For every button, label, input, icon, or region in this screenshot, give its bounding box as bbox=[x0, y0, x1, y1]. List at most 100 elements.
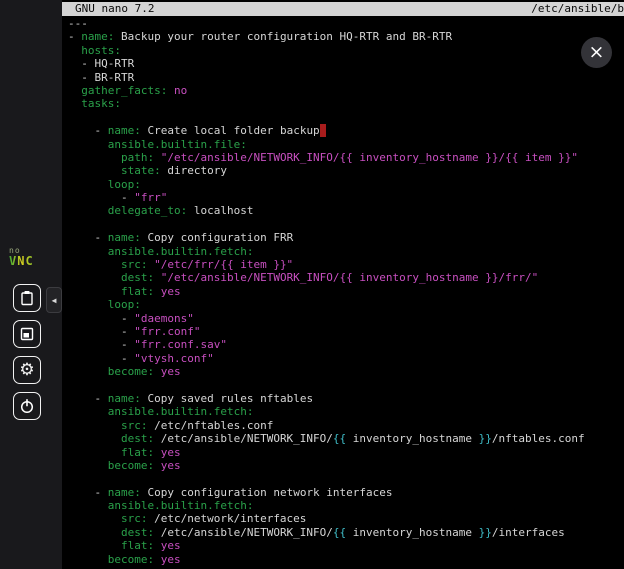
code-token bbox=[154, 365, 161, 378]
code-line: path: "/etc/ansible/NETWORK_INFO/{{ inve… bbox=[68, 151, 624, 164]
code-token: /nftables.conf bbox=[492, 432, 585, 445]
code-token: - bbox=[68, 231, 108, 244]
code-token: Backup your router configuration HQ-RTR … bbox=[114, 30, 452, 43]
code-token: path: bbox=[121, 151, 154, 164]
code-token: name: bbox=[108, 231, 141, 244]
close-button[interactable]: × bbox=[581, 37, 612, 68]
novnc-logo: no VNC bbox=[9, 246, 34, 266]
code-token bbox=[68, 499, 108, 512]
code-token: "/etc/ansible/NETWORK_INFO/{{ inventory_… bbox=[161, 151, 578, 164]
code-token: inventory_hostname bbox=[346, 526, 478, 539]
code-line: - HQ-RTR bbox=[68, 57, 624, 70]
code-token: src: bbox=[121, 258, 148, 271]
collapse-arrow-icon: ◀ bbox=[52, 296, 57, 305]
clipboard-button[interactable] bbox=[13, 284, 41, 312]
code-line: ansible.builtin.file: bbox=[68, 138, 624, 151]
code-token: become: bbox=[108, 459, 154, 472]
code-line: ansible.builtin.fetch: bbox=[68, 499, 624, 512]
code-token: flat: bbox=[121, 446, 154, 459]
code-line: ansible.builtin.fetch: bbox=[68, 245, 624, 258]
code-token: - bbox=[68, 486, 108, 499]
code-token: hosts: bbox=[81, 44, 121, 57]
code-line: become: yes bbox=[68, 553, 624, 566]
code-token: localhost bbox=[187, 204, 253, 217]
code-line: tasks: bbox=[68, 97, 624, 110]
code-line: - name: Copy saved rules nftables bbox=[68, 392, 624, 405]
code-line: dest: "/etc/ansible/NETWORK_INFO/{{ inve… bbox=[68, 271, 624, 284]
code-line: - BR-RTR bbox=[68, 71, 624, 84]
settings-button[interactable]: ⚙ bbox=[13, 356, 41, 384]
code-token: dest: bbox=[121, 271, 154, 284]
code-token: /etc/ansible/NETWORK_INFO/ bbox=[154, 526, 333, 539]
code-line: hosts: bbox=[68, 44, 624, 57]
code-token bbox=[68, 539, 121, 552]
code-token: yes bbox=[161, 553, 181, 566]
code-token: name: bbox=[108, 486, 141, 499]
editor-lines[interactable]: ---- name: Backup your router configurat… bbox=[62, 16, 624, 566]
code-token bbox=[68, 553, 108, 566]
code-line: - name: Backup your router configuration… bbox=[68, 30, 624, 43]
code-token bbox=[68, 138, 108, 151]
code-token: /etc/nftables.conf bbox=[147, 419, 273, 432]
code-token: loop: bbox=[108, 298, 141, 311]
code-token: }} bbox=[479, 432, 492, 445]
code-line: - "daemons" bbox=[68, 312, 624, 325]
novnc-logo-bottom: VNC bbox=[9, 256, 34, 266]
code-token: {{ bbox=[333, 526, 346, 539]
code-token: yes bbox=[161, 365, 181, 378]
code-token bbox=[154, 446, 161, 459]
code-token bbox=[68, 178, 108, 191]
code-line: gather_facts: no bbox=[68, 84, 624, 97]
code-token: src: bbox=[121, 419, 148, 432]
code-token: name: bbox=[108, 124, 141, 137]
code-token: - bbox=[68, 338, 134, 351]
code-token: Copy configuration FRR bbox=[141, 231, 293, 244]
code-token: dest: bbox=[121, 526, 154, 539]
code-line: flat: yes bbox=[68, 446, 624, 459]
nano-titlebar: GNU nano 7.2 /etc/ansible/b bbox=[62, 2, 624, 16]
code-token: "daemons" bbox=[134, 312, 194, 325]
code-line: - "frr.conf.sav" bbox=[68, 338, 624, 351]
code-token bbox=[68, 164, 121, 177]
code-token: /etc/ansible/NETWORK_INFO/ bbox=[154, 432, 333, 445]
code-line: dest: /etc/ansible/NETWORK_INFO/{{ inven… bbox=[68, 432, 624, 445]
code-token: loop: bbox=[108, 178, 141, 191]
code-line: - "frr.conf" bbox=[68, 325, 624, 338]
control-bar-handle[interactable]: ◀ bbox=[46, 287, 62, 313]
code-token bbox=[154, 553, 161, 566]
code-token: - bbox=[68, 30, 81, 43]
code-line: src: /etc/network/interfaces bbox=[68, 512, 624, 525]
vnc-sidebar: no VNC ◀ ⚙ bbox=[0, 0, 62, 569]
code-line: - name: Copy configuration network inter… bbox=[68, 486, 624, 499]
code-token: /interfaces bbox=[492, 526, 565, 539]
code-token bbox=[154, 285, 161, 298]
code-line bbox=[68, 472, 624, 485]
code-token: gather_facts: bbox=[81, 84, 167, 97]
code-token bbox=[68, 432, 121, 445]
code-line: dest: /etc/ansible/NETWORK_INFO/{{ inven… bbox=[68, 526, 624, 539]
code-token: Create local folder backup bbox=[141, 124, 320, 137]
code-token bbox=[68, 204, 108, 217]
code-token: become: bbox=[108, 365, 154, 378]
code-token bbox=[68, 298, 108, 311]
code-token bbox=[68, 459, 108, 472]
gear-icon: ⚙ bbox=[19, 362, 34, 379]
code-line: ansible.builtin.fetch: bbox=[68, 405, 624, 418]
code-line: become: yes bbox=[68, 365, 624, 378]
code-token: - bbox=[68, 124, 108, 137]
power-icon bbox=[19, 398, 35, 414]
close-icon: × bbox=[589, 43, 605, 62]
code-line: flat: yes bbox=[68, 539, 624, 552]
terminal-window[interactable]: GNU nano 7.2 /etc/ansible/b ---- name: B… bbox=[62, 0, 624, 569]
power-button[interactable] bbox=[13, 392, 41, 420]
code-token bbox=[167, 84, 174, 97]
code-token: state: bbox=[121, 164, 161, 177]
code-token: "vtysh.conf" bbox=[134, 352, 213, 365]
code-token bbox=[68, 512, 121, 525]
code-token: ansible.builtin.fetch: bbox=[108, 405, 254, 418]
code-token bbox=[68, 285, 121, 298]
code-token: flat: bbox=[121, 285, 154, 298]
code-token: name: bbox=[108, 392, 141, 405]
fullscreen-button[interactable] bbox=[13, 320, 41, 348]
code-token: - bbox=[68, 392, 108, 405]
